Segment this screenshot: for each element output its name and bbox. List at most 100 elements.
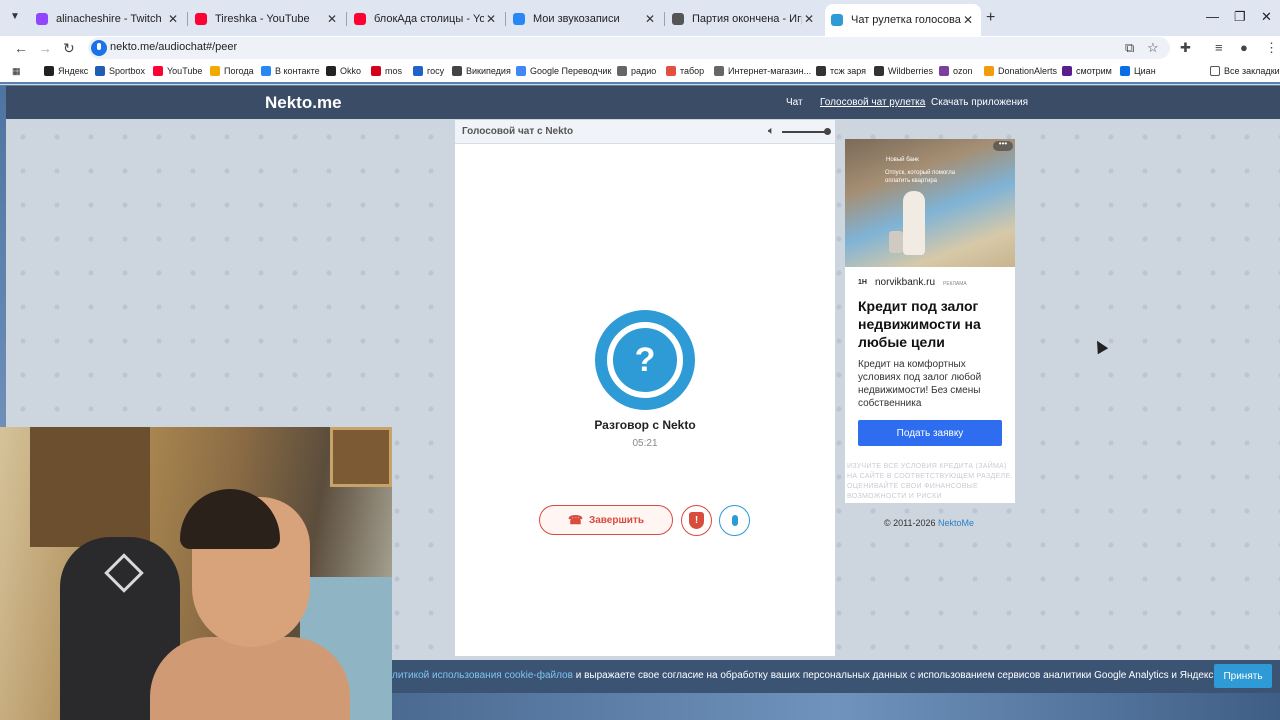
- tab-favicon-icon: [672, 13, 684, 25]
- nav-download-apps[interactable]: Скачать приложения: [931, 97, 1028, 108]
- tab-favicon-icon: [354, 13, 366, 25]
- apps-grid-icon[interactable]: ▦: [12, 66, 21, 77]
- bookmark-item[interactable]: YouTube: [153, 66, 202, 76]
- bookmark-item[interactable]: госу: [413, 66, 444, 76]
- tab-search-chevron-icon[interactable]: ▼: [10, 11, 20, 22]
- tab-close-icon[interactable]: ✕: [484, 12, 498, 26]
- bookmark-favicon-icon: [816, 66, 826, 76]
- extensions-icon[interactable]: ✚: [1180, 40, 1191, 56]
- bookmark-label: YouTube: [167, 66, 203, 76]
- volume-slider-knob[interactable]: [824, 128, 831, 135]
- browser-tab[interactable]: блокАда столицы - YouTube✕: [348, 8, 504, 30]
- forward-icon[interactable]: →: [38, 40, 52, 56]
- bookmark-label: Википедия: [466, 66, 511, 76]
- bookmarks-bar: ▦ Яндекс Sportbox YouTube Погода В контакте O…: [0, 62, 1280, 82]
- tab-close-icon[interactable]: ✕: [643, 12, 657, 26]
- report-button[interactable]: !: [681, 505, 712, 536]
- bookmark-item[interactable]: Циан: [1120, 66, 1156, 76]
- bookmark-favicon-icon: [210, 66, 220, 76]
- end-call-button[interactable]: ☎ Завершить: [539, 505, 673, 535]
- bookmark-item[interactable]: Интернет-магазин...: [714, 66, 811, 76]
- bookmark-item[interactable]: Википедия: [452, 66, 511, 76]
- nav-voice-chat[interactable]: Голосовой чат рулетка: [820, 97, 925, 108]
- browser-tab[interactable]: Партия окончена - Игра iguan✕: [666, 8, 822, 30]
- minimize-icon[interactable]: —: [1206, 9, 1219, 24]
- ad-options-dots-icon[interactable]: •••: [993, 140, 1013, 151]
- bookmark-item[interactable]: ozon: [939, 66, 973, 76]
- bookmark-item[interactable]: тсж заря: [816, 66, 866, 76]
- back-icon[interactable]: ←: [14, 40, 28, 56]
- volume-icon[interactable]: 🔈︎: [768, 125, 775, 138]
- browser-tab[interactable]: Чат рулетка голосовая — ✕: [825, 4, 981, 36]
- bookmark-item[interactable]: Sportbox: [95, 66, 145, 76]
- browser-tab[interactable]: alinacheshire - Twitch ✕: [30, 8, 186, 30]
- profile-avatar-icon[interactable]: ●: [1240, 40, 1248, 55]
- ad-headline[interactable]: Кредит под залог недвижимости на любые ц…: [858, 297, 1008, 351]
- tab-favicon-icon: [831, 14, 843, 26]
- volume-slider[interactable]: [782, 131, 828, 133]
- url-text[interactable]: nekto.me/audiochat#/peer: [110, 41, 237, 53]
- bookmark-label: Google Переводчик: [530, 66, 612, 76]
- bookmark-favicon-icon: [939, 66, 949, 76]
- bookmark-item[interactable]: Погода: [210, 66, 254, 76]
- chrome-divider: [0, 84, 1280, 85]
- tab-close-icon[interactable]: ✕: [802, 12, 816, 26]
- all-bookmarks-label: Все закладки: [1224, 66, 1280, 76]
- site-logo[interactable]: Nekto.me: [265, 93, 342, 113]
- bookmark-star-icon[interactable]: ☆: [1147, 40, 1159, 56]
- bookmark-item[interactable]: табор: [666, 66, 704, 76]
- microphone-button[interactable]: [719, 505, 750, 536]
- bookmark-favicon-icon: [413, 66, 423, 76]
- ad-apply-button[interactable]: Подать заявку: [858, 420, 1002, 446]
- bookmark-item[interactable]: В контакте: [261, 66, 320, 76]
- media-controls-icon[interactable]: ≡: [1215, 40, 1223, 55]
- ad-image-person: [903, 191, 925, 255]
- browser-tab[interactable]: Мои звукозаписи ✕: [507, 8, 663, 30]
- new-tab-plus-icon[interactable]: +: [986, 9, 995, 27]
- ad-description: Кредит на комфортных условиях под залог …: [858, 359, 982, 409]
- ad-label: РЕКЛАМА: [943, 281, 967, 287]
- conversation-title: Разговор с Nekto: [594, 418, 696, 432]
- cookie-policy-link[interactable]: литикой использования cookie-файлов: [392, 670, 573, 681]
- ad-image-caption: Новый банк: [886, 157, 919, 163]
- address-bar[interactable]: nekto.me/audiochat#/peer: [88, 37, 1170, 59]
- ad-advertiser-logo: 1H: [858, 279, 867, 286]
- bookmark-item[interactable]: Яндекс: [44, 66, 88, 76]
- bookmark-label: Погода: [224, 66, 254, 76]
- ad-domain[interactable]: norvikbank.ru: [875, 277, 935, 288]
- close-window-icon[interactable]: ✕: [1261, 9, 1272, 25]
- tab-bar: ▼ alinacheshire - Twitch ✕ Tireshka - YouT…: [0, 0, 1280, 36]
- bookmark-item[interactable]: Google Переводчик: [516, 66, 611, 76]
- bookmark-label: тсж заря: [830, 66, 867, 76]
- bookmark-favicon-icon: [714, 66, 724, 76]
- tab-title: alinacheshire - Twitch: [56, 13, 162, 25]
- shield-alert-icon: !: [689, 512, 704, 529]
- chat-header-title: Голосовой чат с Nekto: [462, 126, 574, 137]
- bookmark-item[interactable]: mos: [371, 66, 402, 76]
- bookmark-item[interactable]: Wildberries: [874, 66, 933, 76]
- microphone-icon: [731, 515, 738, 526]
- nav-chat[interactable]: Чат: [786, 97, 803, 108]
- all-bookmarks[interactable]: Все закладки: [1210, 66, 1280, 76]
- tab-close-icon[interactable]: ✕: [961, 13, 975, 27]
- advertisement[interactable]: Новый банк Отпуск, который помогла оплат…: [845, 139, 1015, 503]
- bookmark-item[interactable]: Okko: [326, 66, 361, 76]
- bookmark-label: ozon: [953, 66, 973, 76]
- cookie-accept-button[interactable]: Принять: [1214, 664, 1272, 688]
- tab-close-icon[interactable]: ✕: [166, 12, 180, 26]
- maximize-icon[interactable]: ❐: [1234, 9, 1246, 25]
- bookmark-label: Циан: [1134, 66, 1156, 76]
- bookmark-item[interactable]: DonationAlerts: [984, 66, 1057, 76]
- bookmark-item[interactable]: радио: [617, 66, 656, 76]
- tab-title: Чат рулетка голосовая —: [851, 14, 961, 26]
- microphone-permission-icon[interactable]: [91, 40, 107, 56]
- browser-tab[interactable]: Tireshka - YouTube ✕: [189, 8, 345, 30]
- reload-icon[interactable]: ↻: [63, 40, 75, 57]
- tab-favicon-icon: [195, 13, 207, 25]
- copyright-brand-link[interactable]: NektoMe: [938, 518, 974, 528]
- menu-dots-icon[interactable]: ⋮: [1265, 40, 1278, 56]
- install-app-icon[interactable]: ⧉: [1125, 40, 1134, 56]
- tab-close-icon[interactable]: ✕: [325, 12, 339, 26]
- bookmark-item[interactable]: смотрим: [1062, 66, 1112, 76]
- ad-image[interactable]: Новый банк Отпуск, который помогла оплат…: [845, 139, 1015, 267]
